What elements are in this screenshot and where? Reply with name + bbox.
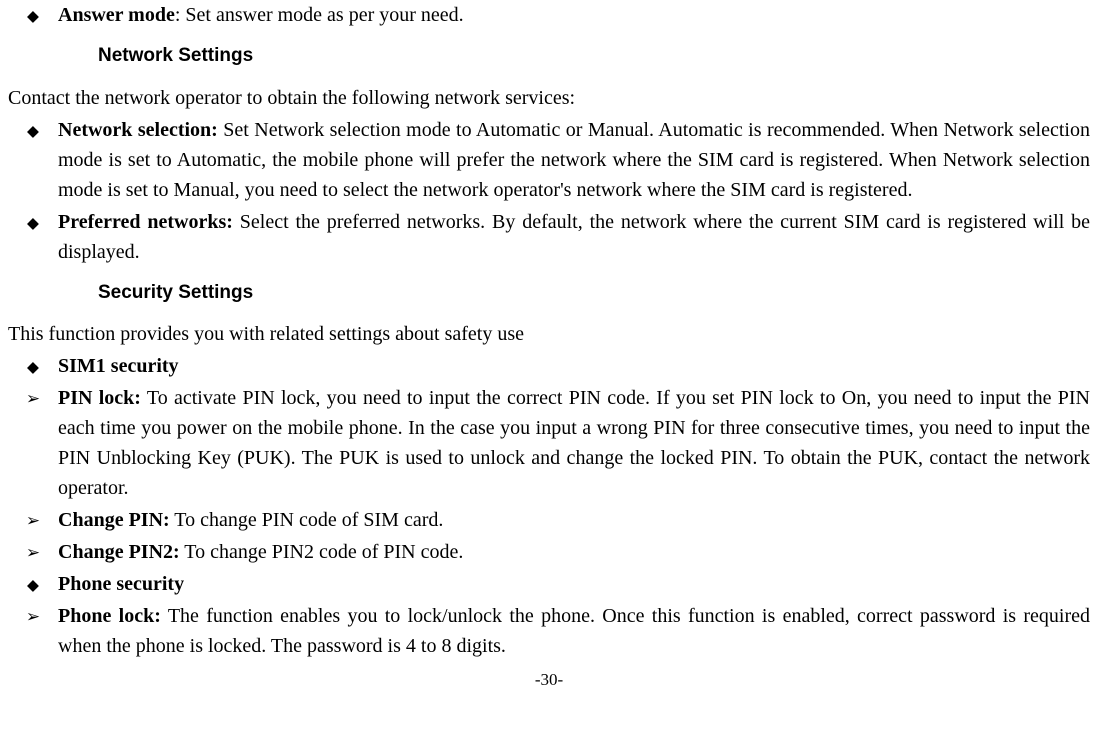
item-description: Set answer mode as per your need. xyxy=(185,4,463,26)
list-item: ◆ Network selection: Set Network selecti… xyxy=(8,115,1090,205)
arrow-bullet-icon: ➢ xyxy=(8,505,58,535)
list-item: ➢ PIN lock: To activate PIN lock, you ne… xyxy=(8,383,1090,503)
item-description: To activate PIN lock, you need to input … xyxy=(58,387,1090,499)
item-text: Phone lock: The function enables you to … xyxy=(58,601,1090,661)
section-heading-network: Network Settings xyxy=(98,42,1090,71)
item-text: Preferred networks: Select the preferred… xyxy=(58,207,1090,267)
item-label: Phone lock: xyxy=(58,605,161,627)
arrow-bullet-icon: ➢ xyxy=(8,383,58,503)
item-label: SIM1 security xyxy=(58,355,179,377)
item-description: To change PIN2 code of PIN code. xyxy=(180,541,464,563)
arrow-bullet-icon: ➢ xyxy=(8,537,58,567)
item-text: Phone security xyxy=(58,569,1090,599)
item-text: SIM1 security xyxy=(58,351,1090,381)
item-text: Change PIN: To change PIN code of SIM ca… xyxy=(58,505,1090,535)
arrow-bullet-icon: ➢ xyxy=(8,601,58,661)
item-text: Network selection: Set Network selection… xyxy=(58,115,1090,205)
item-label: Change PIN2: xyxy=(58,541,180,563)
paragraph: This function provides you with related … xyxy=(8,319,1090,349)
item-description: To change PIN code of SIM card. xyxy=(170,509,444,531)
list-item: ➢ Change PIN: To change PIN code of SIM … xyxy=(8,505,1090,535)
item-description: The function enables you to lock/unlock … xyxy=(58,605,1090,657)
item-label: Phone security xyxy=(58,573,184,595)
list-item: ➢ Phone lock: The function enables you t… xyxy=(8,601,1090,661)
item-text: PIN lock: To activate PIN lock, you need… xyxy=(58,383,1090,503)
diamond-bullet-icon: ◆ xyxy=(8,207,58,267)
page-number: -30- xyxy=(8,667,1090,693)
diamond-bullet-icon: ◆ xyxy=(8,569,58,599)
item-label: Answer mode xyxy=(58,4,175,26)
diamond-bullet-icon: ◆ xyxy=(8,0,58,30)
diamond-bullet-icon: ◆ xyxy=(8,115,58,205)
list-item: ◆ Preferred networks: Select the preferr… xyxy=(8,207,1090,267)
item-text: Change PIN2: To change PIN2 code of PIN … xyxy=(58,537,1090,567)
item-label: PIN lock: xyxy=(58,387,141,409)
list-item: ◆ Phone security xyxy=(8,569,1090,599)
list-item: ➢ Change PIN2: To change PIN2 code of PI… xyxy=(8,537,1090,567)
list-item: ◆ Answer mode: Set answer mode as per yo… xyxy=(8,0,1090,30)
item-label: Preferred networks: xyxy=(58,211,233,233)
item-label: Network selection: xyxy=(58,119,218,141)
list-item: ◆ SIM1 security xyxy=(8,351,1090,381)
section-heading-security: Security Settings xyxy=(98,279,1090,308)
paragraph: Contact the network operator to obtain t… xyxy=(8,83,1090,113)
diamond-bullet-icon: ◆ xyxy=(8,351,58,381)
item-label: Change PIN: xyxy=(58,509,170,531)
item-sep: : xyxy=(175,4,186,26)
item-text: Answer mode: Set answer mode as per your… xyxy=(58,0,1090,30)
